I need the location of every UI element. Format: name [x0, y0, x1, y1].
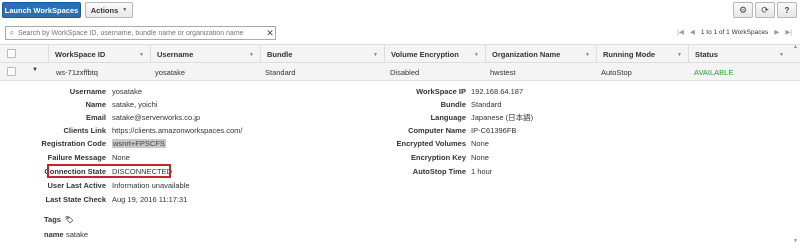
table-header: WorkSpace ID ▼ Username ▼ Bundle ▼ Volume E…: [0, 44, 800, 64]
sort-icon: ▼: [474, 51, 479, 58]
detail-value-last-state-check: Aug 19, 2016 11:17:31: [112, 195, 188, 204]
connection-state-highlight: [47, 164, 171, 178]
registration-code-text[interactable]: wsnrt+FPSCFS: [112, 139, 166, 148]
detail-label-computer-name: Computer Name: [408, 126, 466, 135]
sort-icon: ▼: [677, 51, 682, 58]
search-input[interactable]: [18, 29, 265, 37]
search-row: ⌕ ✕ |◀ ◀ 1 to 1 of 1 WorkSpaces ▶ ▶|: [0, 24, 800, 42]
detail-label-bundle: Bundle: [440, 100, 466, 109]
actions-label: Actions: [90, 5, 119, 15]
pagination: |◀ ◀ 1 to 1 of 1 WorkSpaces ▶ ▶|: [677, 28, 792, 37]
detail-label-user-last-active: User Last Active: [47, 181, 107, 190]
scrollbar[interactable]: ▲ ▼: [792, 44, 798, 244]
gear-icon: ⚙: [738, 4, 748, 15]
column-header-bundle[interactable]: Bundle ▼: [260, 45, 384, 64]
detail-label-username: Username: [69, 87, 106, 96]
sort-icon: ▼: [249, 51, 254, 58]
column-header-running-mode[interactable]: Running Mode ▼: [596, 45, 688, 64]
detail-value-name: satake, yoichi: [112, 100, 158, 109]
help-icon: ?: [784, 5, 790, 15]
cell-status: AVAILABLE: [694, 67, 734, 77]
detail-value-email: satake@serverworks.co.jp: [112, 113, 201, 122]
detail-value-encryption-key: None: [471, 153, 489, 162]
detail-value-bundle: Standard: [471, 100, 502, 109]
detail-value-user-last-active: Information unavailable: [112, 181, 190, 190]
detail-label-language: Language: [430, 113, 466, 122]
detail-label-failure-message: Failure Message: [47, 153, 106, 162]
detail-value-username: yosatake: [112, 87, 143, 96]
cell-workspace-id: ws-71zxffbtq: [56, 67, 98, 77]
tag-key: name: [44, 230, 64, 239]
row-checkbox[interactable]: [7, 67, 16, 76]
cell-running-mode: AutoStop: [601, 67, 632, 77]
last-page-icon[interactable]: ▶|: [785, 28, 792, 36]
sort-icon: ▼: [373, 51, 378, 58]
detail-value-registration-code: wsnrt+FPSCFS: [112, 138, 166, 150]
cell-organization-name: hwstest: [490, 67, 516, 77]
detail-label-encryption-key: Encryption Key: [410, 153, 466, 162]
sort-icon: ▼: [779, 51, 784, 58]
detail-label-workspace-ip: WorkSpace IP: [416, 87, 466, 96]
tag-icon: 🏷: [64, 216, 74, 224]
detail-label-autostop-time: AutoStop Time: [412, 167, 466, 176]
detail-label-email: Email: [85, 113, 106, 122]
cell-bundle: Standard: [265, 67, 296, 77]
detail-label-clients-link: Clients Link: [63, 126, 106, 135]
column-header-volume-encryption[interactable]: Volume Encryption ▼: [384, 45, 485, 64]
chevron-down-icon: ▼: [122, 7, 128, 13]
sort-icon: ▼: [139, 51, 144, 58]
detail-label-registration-code: Registration Code: [41, 139, 106, 148]
tags-section-title: Tags 🏷: [44, 215, 74, 224]
toolbar: Launch WorkSpaces Actions ▼ ⚙ ⟳ ?: [0, 0, 800, 22]
table-row[interactable]: ▼ ws-71zxffbtq yosatake Standard Disable…: [0, 63, 800, 81]
detail-value-encrypted-volumes: None: [471, 139, 489, 148]
column-header-username[interactable]: Username ▼: [150, 45, 260, 64]
select-all-checkbox[interactable]: [7, 49, 16, 58]
clear-icon[interactable]: ✕: [265, 28, 275, 39]
detail-value-workspace-ip: 192.168.64.187: [471, 87, 524, 96]
settings-button[interactable]: ⚙: [733, 2, 753, 18]
column-header-organization-name[interactable]: Organization Name ▼: [485, 45, 596, 64]
tag-value: satake: [66, 230, 89, 239]
refresh-button[interactable]: ⟳: [755, 2, 775, 18]
pagination-text: 1 to 1 of 1 WorkSpaces: [700, 28, 769, 36]
expand-row-icon[interactable]: ▼: [32, 67, 38, 73]
help-button[interactable]: ?: [777, 2, 797, 18]
detail-value-language: Japanese (日本語): [471, 113, 534, 122]
launch-workspaces-button[interactable]: Launch WorkSpaces: [2, 2, 81, 18]
sort-icon: ▼: [585, 51, 590, 58]
refresh-icon: ⟳: [761, 4, 769, 15]
column-header-workspace-id[interactable]: WorkSpace ID ▼: [48, 45, 150, 64]
cell-volume-encryption: Disabled: [390, 67, 420, 77]
cell-username: yosatake: [155, 67, 186, 77]
detail-value-autostop-time: 1 hour: [471, 167, 493, 176]
detail-value-computer-name: IP-C61396FB: [471, 126, 517, 135]
detail-label-encrypted-volumes: Encrypted Volumes: [396, 139, 466, 148]
detail-value-failure-message: None: [112, 153, 130, 162]
detail-value-clients-link[interactable]: https://clients.amazonworkspaces.com/: [112, 125, 242, 137]
next-page-icon[interactable]: ▶: [774, 28, 779, 36]
detail-label-name: Name: [85, 100, 106, 109]
search-icon: ⌕: [9, 28, 15, 37]
search-box[interactable]: ⌕ ✕: [5, 26, 276, 40]
detail-label-last-state-check: Last State Check: [45, 195, 106, 204]
column-header-status[interactable]: Status ▼: [688, 45, 790, 64]
prev-page-icon[interactable]: ◀: [690, 28, 695, 36]
first-page-icon[interactable]: |◀: [677, 28, 684, 36]
actions-dropdown-button[interactable]: Actions ▼: [85, 2, 133, 18]
